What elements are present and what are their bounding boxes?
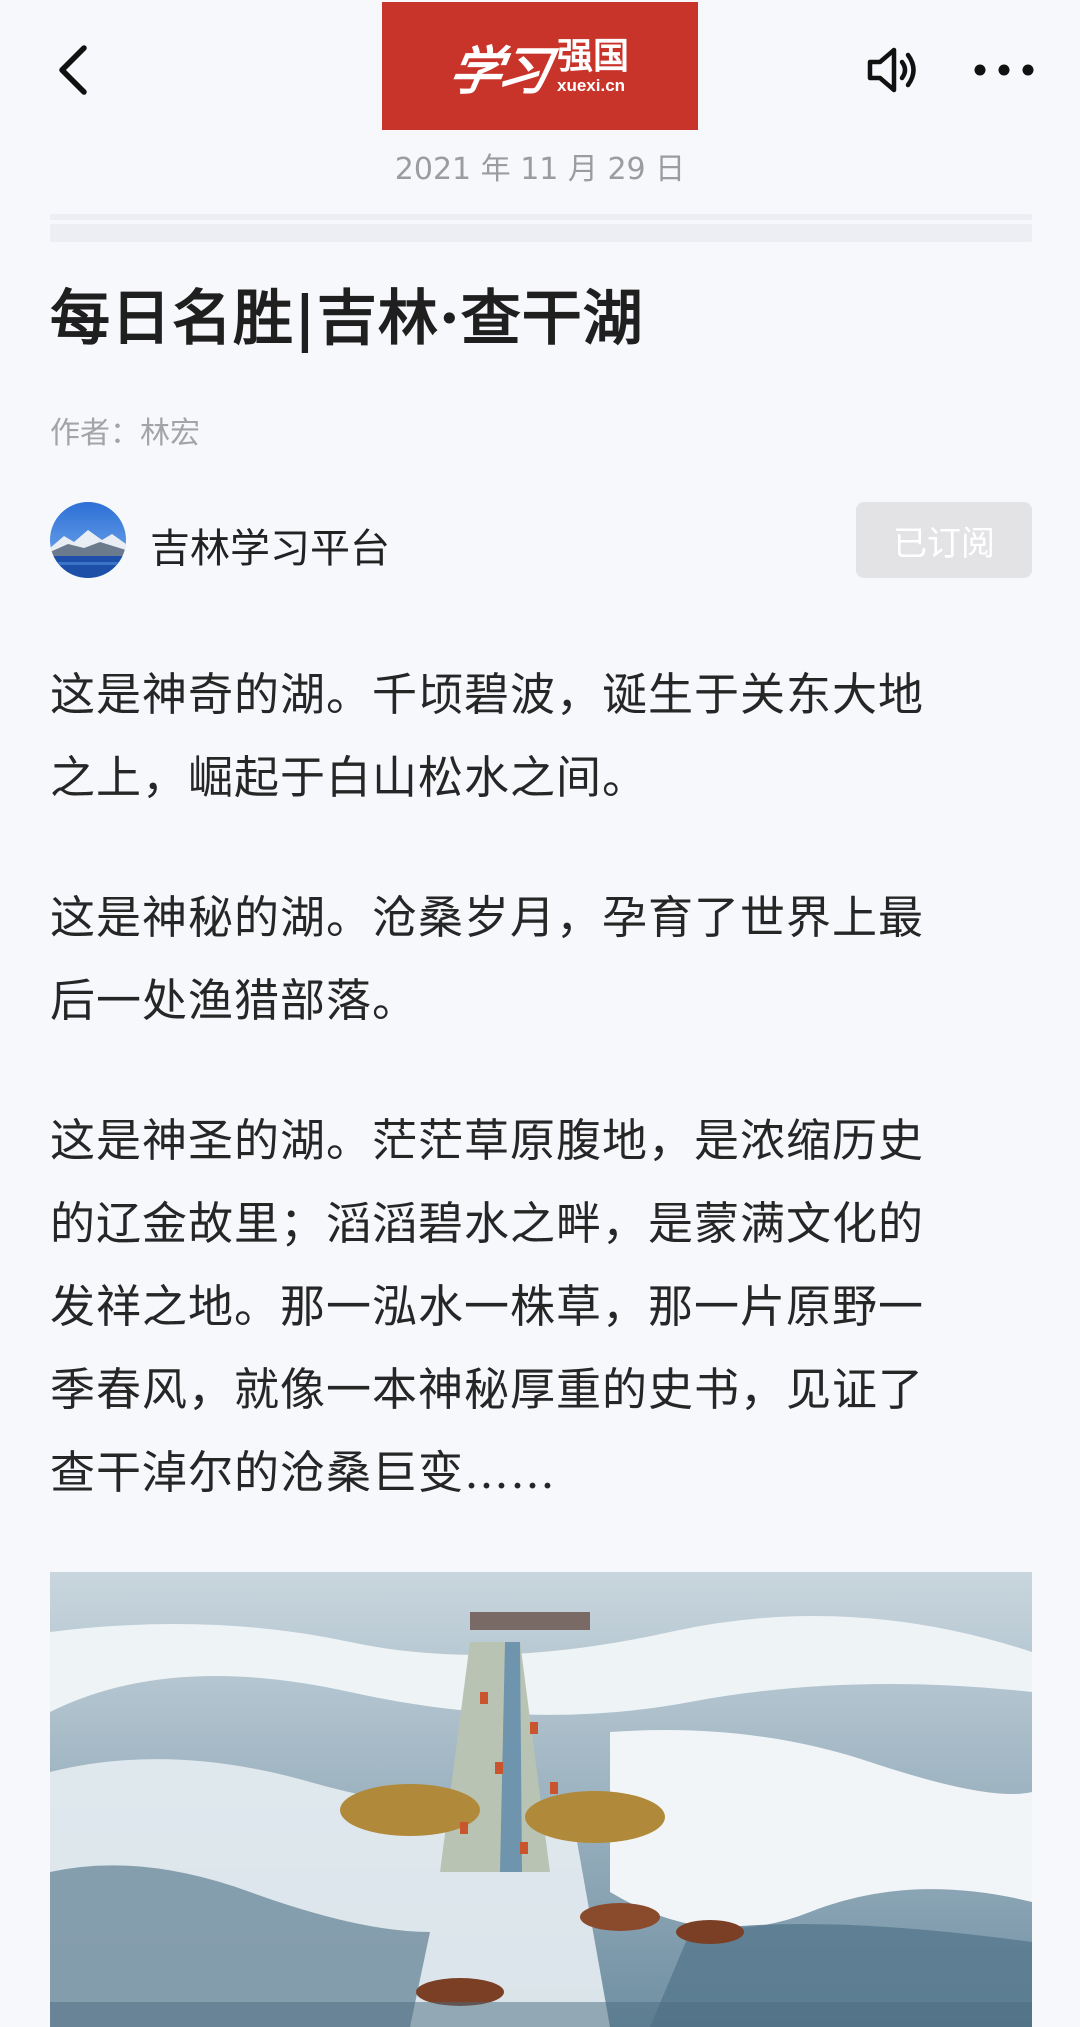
speaker-icon xyxy=(867,47,916,93)
logo-text: 强国 xyxy=(557,36,630,77)
paragraph-line: 查干淖尔的沧桑巨变…… xyxy=(50,1446,557,1499)
read-aloud-button[interactable] xyxy=(864,40,924,100)
paragraph-line: 的辽金故里；滔滔碧水之畔，是蒙满文化的 xyxy=(50,1197,925,1250)
subscribe-button[interactable]: 已订阅 xyxy=(856,502,1032,578)
article-title: 每日名胜|吉林·查干湖 xyxy=(50,284,644,354)
xuexi-logo: 学习 强国 xuexi.cn xyxy=(382,2,698,130)
header-divider xyxy=(50,214,1032,242)
paragraph-line: 后一处渔猎部落。 xyxy=(50,974,419,1027)
paragraph-line: 之上，崛起于白山松水之间。 xyxy=(50,751,649,804)
article-paragraph-2: 这是神秘的湖。沧桑岁月，孕育了世界上最 后一处渔猎部落。 xyxy=(50,876,1040,1042)
article-paragraph-1: 这是神奇的湖。千顷碧波，诞生于关东大地 之上，崛起于白山松水之间。 xyxy=(50,653,1040,819)
paragraph-line: 发祥之地。那一泓水一株草，那一片原野一 xyxy=(50,1280,925,1333)
publish-date: 2021 年 11 月 29 日 xyxy=(394,152,686,187)
more-button[interactable] xyxy=(970,40,1038,100)
back-button[interactable] xyxy=(50,40,100,100)
channel-name[interactable]: 吉林学习平台 xyxy=(150,516,390,574)
paragraph-line: 这是神秘的湖。沧桑岁月，孕育了世界上最 xyxy=(50,891,925,944)
channel-avatar[interactable] xyxy=(50,502,126,578)
avatar-image xyxy=(50,502,126,578)
chevron-left-icon xyxy=(59,45,87,95)
frozen-lake-image xyxy=(50,1572,1032,2027)
article-author: 作者：林宏 xyxy=(50,416,200,451)
paragraph-line: 季春风，就像一本神秘厚重的史书，见证了 xyxy=(50,1363,925,1416)
more-icon xyxy=(974,64,1034,76)
paragraph-line: 这是神圣的湖。茫茫草原腹地，是浓缩历史 xyxy=(50,1114,925,1167)
article-paragraph-3: 这是神圣的湖。茫茫草原腹地，是浓缩历史 的辽金故里；滔滔碧水之畔，是蒙满文化的 … xyxy=(50,1099,1040,1514)
paragraph-line: 这是神奇的湖。千顷碧波，诞生于关东大地 xyxy=(50,668,925,721)
article-photo-frozen-lake[interactable] xyxy=(50,1572,1032,2027)
logo-calligraphy: 学习 xyxy=(444,40,552,102)
top-bar: 学习 强国 xuexi.cn xyxy=(0,0,1080,140)
logo-domain: xuexi.cn xyxy=(557,76,626,95)
